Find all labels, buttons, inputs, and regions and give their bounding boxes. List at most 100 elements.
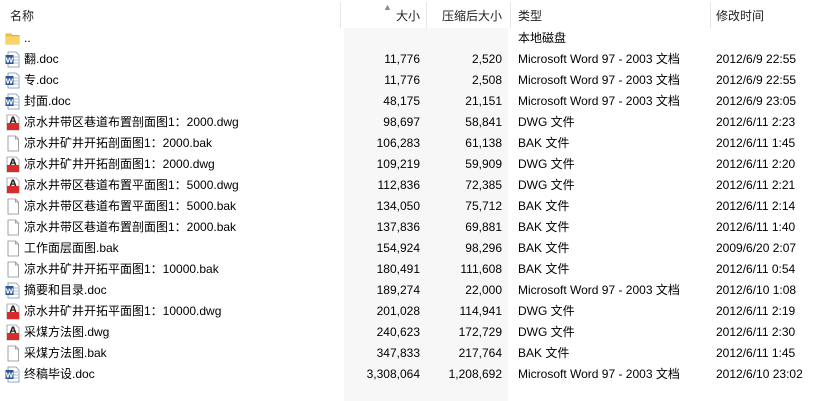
file-size: 347,833 (376, 346, 420, 360)
file-type: BAK 文件 (518, 241, 570, 255)
column-header-size[interactable]: 大小 (344, 0, 426, 28)
file-modified-date: 2012/6/11 0:54 (716, 262, 796, 276)
file-row[interactable]: A 采煤方法图.dwg 240,623 172,729 DWG 文件 2012/6/11… (0, 322, 839, 343)
file-type: Microsoft Word 97 - 2003 文档 (518, 52, 680, 66)
file-row[interactable]: W 摘要和目录.doc 189,274 22,000 Microsoft Word 9… (0, 280, 839, 301)
file-compressed-size: 2,520 (471, 52, 502, 66)
file-size: 240,623 (376, 325, 420, 339)
file-compressed-size: 2,508 (471, 73, 502, 87)
file-type: BAK 文件 (518, 220, 570, 234)
file-size: 201,028 (376, 304, 420, 318)
file-size: 112,836 (377, 178, 421, 192)
column-divider[interactable] (340, 2, 341, 28)
file-modified-date: 2012/6/9 23:05 (716, 94, 797, 108)
file-row[interactable]: W 翻.doc 11,776 2,520 Microsoft Word 97 - 20… (0, 49, 839, 70)
file-row[interactable]: A 凉水井矿井开拓平面图1：10000.dwg 201,028 114,941 DWG… (0, 301, 839, 322)
column-header-type[interactable]: 类型 (512, 0, 708, 28)
file-name: 凉水井带区巷道布置剖面图1：2000.dwg (24, 115, 239, 129)
file-compressed-size: 59,909 (465, 157, 502, 171)
file-name: 专.doc (24, 73, 59, 87)
file-type: Microsoft Word 97 - 2003 文档 (518, 94, 680, 108)
file-type: BAK 文件 (518, 346, 570, 360)
file-row[interactable]: W 终稿毕设.doc 3,308,064 1,208,692 Microsoft Wo… (0, 364, 839, 385)
file-size: 106,283 (376, 136, 420, 150)
file-row[interactable]: A 凉水井带区巷道布置剖面图1：2000.dwg 98,697 58,841 DWG … (0, 112, 839, 133)
file-name: 凉水井带区巷道布置剖面图1：2000.bak (24, 220, 237, 234)
file-compressed-size: 114,941 (459, 304, 503, 318)
file-row[interactable]: A 凉水井带区巷道布置平面图1：5000.dwg 112,836 72,385 DWG… (0, 175, 839, 196)
file-row[interactable]: 凉水井带区巷道布置平面图1：5000.bak 134,050 75,712 BAK 文… (0, 196, 839, 217)
file-size: 98,697 (383, 115, 420, 129)
file-size: 3,308,064 (366, 367, 420, 381)
file-name: 采煤方法图.dwg (24, 325, 110, 339)
file-size: 154,924 (376, 241, 420, 255)
file-size: 109,219 (376, 157, 420, 171)
file-size: 189,274 (376, 283, 420, 297)
file-row[interactable]: 工作面层面图.bak 154,924 98,296 BAK 文件 2009/6/20 2… (0, 238, 839, 259)
file-row[interactable]: 采煤方法图.bak 347,833 217,764 BAK 文件 2012/6/11 1… (0, 343, 839, 364)
file-modified-date: 2012/6/11 2:14 (716, 199, 796, 213)
file-modified-date: 2012/6/11 1:45 (716, 346, 796, 360)
file-row[interactable]: W 封面.doc 48,175 21,151 Microsoft Word 97 - … (0, 91, 839, 112)
file-compressed-size: 98,296 (465, 241, 502, 255)
column-header-compressed-size[interactable]: 压缩后大小 (426, 0, 508, 28)
file-name: 封面.doc (24, 94, 71, 108)
file-compressed-size (426, 28, 508, 49)
column-divider[interactable] (510, 2, 511, 28)
file-type: DWG 文件 (518, 157, 575, 171)
file-name: 摘要和目录.doc (24, 283, 107, 297)
file-name: 终稿毕设.doc (24, 367, 95, 381)
file-name: 凉水井矿井开拓剖面图1：2000.bak (24, 136, 213, 150)
file-size (344, 28, 426, 49)
file-row[interactable]: .. 本地磁盘 (0, 28, 839, 49)
file-compressed-size: 75,712 (465, 199, 502, 213)
file-compressed-size: 22,000 (465, 283, 502, 297)
file-modified-date: 2012/6/11 2:20 (716, 157, 796, 171)
file-row[interactable]: 凉水井带区巷道布置剖面图1：2000.bak 137,836 69,881 BAK 文… (0, 217, 839, 238)
file-modified-date: 2012/6/11 2:30 (716, 325, 796, 339)
file-name: 翻.doc (24, 52, 59, 66)
file-modified-date: 2012/6/10 1:08 (716, 283, 797, 297)
file-modified-date: 2012/6/10 23:02 (716, 367, 803, 381)
file-modified-date: 2009/6/20 2:07 (716, 241, 797, 255)
file-compressed-size: 61,138 (465, 136, 502, 150)
file-type: DWG 文件 (518, 325, 575, 339)
file-name: 工作面层面图.bak (24, 241, 119, 255)
file-compressed-size: 72,385 (465, 178, 502, 192)
file-modified-date: 2012/6/11 2:23 (716, 115, 796, 129)
file-compressed-size: 1,208,692 (448, 367, 502, 381)
file-compressed-size: 21,151 (465, 94, 502, 108)
file-type: 本地磁盘 (518, 31, 567, 45)
file-type: Microsoft Word 97 - 2003 文档 (518, 73, 680, 87)
file-modified-date: 2012/6/11 2:19 (716, 304, 796, 318)
file-name: 凉水井矿井开拓平面图1：10000.dwg (24, 304, 222, 318)
file-modified-date: 2012/6/11 1:45 (716, 136, 796, 150)
file-name: .. (24, 31, 31, 45)
column-header-bar: 名称 ▲ 大小 压缩后大小 类型 修改时间 (0, 0, 839, 28)
file-type: DWG 文件 (518, 304, 575, 318)
file-modified-date: 2012/6/11 1:40 (716, 220, 796, 234)
file-name: 凉水井带区巷道布置平面图1：5000.dwg (24, 178, 239, 192)
file-name: 采煤方法图.bak (24, 346, 107, 360)
file-row[interactable]: 凉水井矿井开拓平面图1：10000.bak 180,491 111,608 BAK 文… (0, 259, 839, 280)
file-size: 137,836 (376, 220, 420, 234)
file-modified-date: 2012/6/9 22:55 (716, 52, 797, 66)
column-header-name[interactable]: 名称 (4, 0, 334, 28)
file-size: 180,491 (376, 262, 420, 276)
file-name: 凉水井矿井开拓平面图1：10000.bak (24, 262, 219, 276)
file-name: 凉水井带区巷道布置平面图1：5000.bak (24, 199, 237, 213)
file-modified-date (714, 28, 839, 49)
file-row[interactable]: A 凉水井矿井开拓剖面图1：2000.dwg 109,219 59,909 DWG 文… (0, 154, 839, 175)
file-compressed-size: 69,881 (465, 220, 502, 234)
file-row[interactable]: W 专.doc 11,776 2,508 Microsoft Word 97 - 20… (0, 70, 839, 91)
column-header-modified[interactable]: 修改时间 (710, 0, 839, 28)
file-type: Microsoft Word 97 - 2003 文档 (518, 283, 680, 297)
file-row[interactable]: 凉水井矿井开拓剖面图1：2000.bak 106,283 61,138 BAK 文件 2… (0, 133, 839, 154)
file-type: DWG 文件 (518, 178, 575, 192)
file-type: DWG 文件 (518, 115, 575, 129)
file-modified-date: 2012/6/11 2:21 (716, 178, 796, 192)
file-modified-date: 2012/6/9 22:55 (716, 73, 797, 87)
file-size: 11,776 (384, 52, 420, 66)
file-type: BAK 文件 (518, 136, 570, 150)
file-size: 134,050 (376, 199, 420, 213)
